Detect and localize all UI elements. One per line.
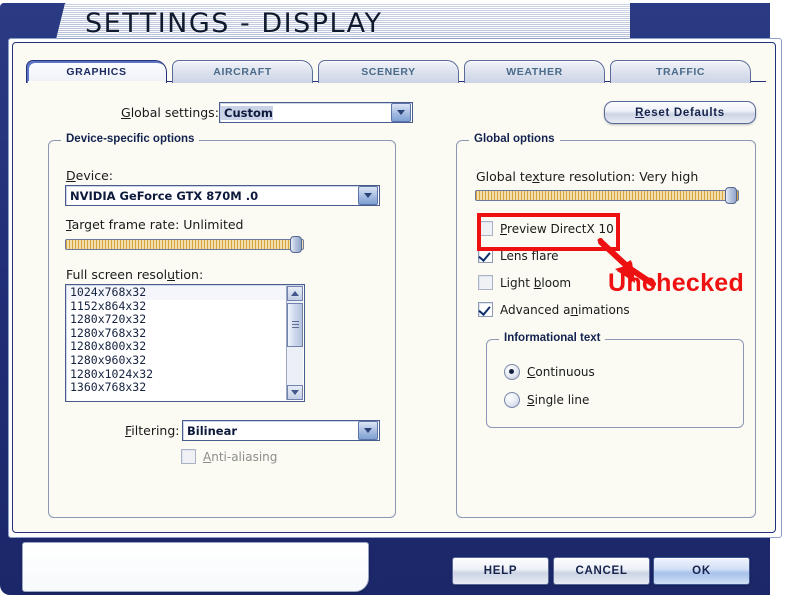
informational-text-title: Informational text — [499, 332, 606, 344]
ok-label: OK — [692, 565, 711, 577]
device-label: Device: — [66, 168, 113, 183]
global-texture-resolution-label: Global texture resolution: Very high — [476, 169, 699, 184]
window-title: SETTINGS - DISPLAY — [85, 8, 383, 39]
global-settings-combo[interactable]: Custom — [219, 102, 413, 123]
resolution-list: 1024x768x32 1152x864x32 1280x720x32 1280… — [67, 285, 286, 395]
slider-track — [65, 239, 304, 250]
filtering-combo[interactable]: Bilinear — [182, 420, 380, 441]
single-line-label: Single line — [527, 393, 590, 407]
continuous-label: Continuous — [527, 365, 595, 379]
list-item[interactable]: 1360x768x32 — [67, 381, 286, 395]
single-line-radio-row[interactable]: Single line — [504, 392, 589, 408]
chevron-down-icon[interactable] — [358, 421, 378, 440]
device-value: NVIDIA GeForce GTX 870M .0 — [70, 188, 259, 203]
device-group-title: Device-specific options — [61, 133, 200, 145]
tab-scenery[interactable]: SCENERY — [318, 60, 459, 83]
target-frame-rate-slider[interactable] — [65, 236, 304, 253]
target-frame-rate-label: Target frame rate: Unlimited — [66, 217, 244, 232]
settings-display-window: SETTINGS - DISPLAY GRAPHICS AIRCRAFT SCE… — [0, 0, 800, 600]
list-item[interactable]: 1280x720x32 — [67, 313, 286, 327]
list-item[interactable]: 1280x768x32 — [67, 326, 286, 341]
global-settings-value: Custom — [220, 105, 273, 120]
reset-defaults-button[interactable]: Reset Defaults — [604, 101, 756, 124]
tab-traffic[interactable]: TRAFFIC — [610, 60, 751, 83]
antialiasing-checkbox[interactable] — [181, 449, 196, 464]
global-settings-label: Global settings: — [121, 105, 219, 120]
ok-button[interactable]: OK — [653, 557, 750, 585]
device-combo[interactable]: NVIDIA GeForce GTX 870M .0 — [65, 185, 380, 206]
light-bloom-checkbox[interactable] — [478, 275, 493, 290]
advanced-animations-label: Advanced animations — [500, 302, 630, 317]
tab-strip: GRAPHICS AIRCRAFT SCENERY WEATHER TRAFFI… — [26, 60, 766, 83]
light-bloom-label: Light bloom — [500, 275, 572, 290]
antialiasing-label: Anti-aliasing — [203, 449, 278, 464]
slider-thumb[interactable] — [725, 187, 737, 204]
full-screen-resolution-label: Full screen resolution: — [66, 267, 204, 282]
advanced-animations-checkbox[interactable] — [478, 302, 493, 317]
resolution-listbox[interactable]: 1024x768x32 1152x864x32 1280x720x32 1280… — [65, 284, 305, 402]
help-label: HELP — [483, 565, 518, 577]
reset-defaults-label: Reset Defaults — [635, 106, 725, 119]
list-item[interactable]: 1152x864x32 — [67, 299, 286, 314]
scroll-down-icon[interactable] — [287, 385, 303, 400]
continuous-radio-row[interactable]: Continuous — [504, 364, 595, 380]
footer-left-panel — [22, 542, 369, 592]
scrollbar-grip-icon — [291, 320, 299, 330]
resolution-scrollbar[interactable] — [286, 286, 303, 400]
help-button[interactable]: HELP — [452, 557, 549, 585]
global-texture-slider[interactable] — [475, 187, 739, 204]
continuous-radio[interactable] — [504, 364, 520, 380]
list-item[interactable]: 1280x960x32 — [67, 353, 286, 368]
scroll-up-icon[interactable] — [287, 286, 303, 301]
list-item[interactable]: 1280x1024x32 — [67, 367, 286, 382]
tab-weather[interactable]: WEATHER — [464, 60, 605, 83]
global-group-title: Global options — [469, 133, 560, 145]
annotation-text: Unchecked — [608, 269, 745, 297]
informational-text-group: Informational text — [486, 332, 744, 428]
cancel-label: CANCEL — [575, 565, 628, 577]
advanced-animations-checkbox-row[interactable]: Advanced animations — [478, 302, 630, 317]
scrollbar-thumb[interactable] — [287, 303, 303, 347]
tab-graphics[interactable]: GRAPHICS — [26, 60, 167, 83]
graphics-tab-panel: Global settings: Custom Reset Defaults D… — [14, 84, 772, 528]
chevron-down-icon[interactable] — [358, 186, 378, 205]
tab-aircraft[interactable]: AIRCRAFT — [172, 60, 313, 83]
cancel-button[interactable]: CANCEL — [553, 557, 650, 585]
slider-thumb[interactable] — [290, 236, 302, 253]
filtering-value: Bilinear — [187, 423, 238, 438]
single-line-radio[interactable] — [504, 392, 520, 408]
antialiasing-checkbox-row[interactable]: Anti-aliasing — [181, 449, 277, 464]
light-bloom-checkbox-row[interactable]: Light bloom — [478, 275, 571, 290]
filtering-label: Filtering: — [125, 423, 180, 438]
list-item[interactable]: 1024x768x32 — [67, 285, 286, 300]
tab-active-mask — [28, 81, 164, 83]
slider-track — [475, 190, 739, 201]
list-item[interactable]: 1280x800x32 — [67, 340, 286, 354]
chevron-down-icon[interactable] — [391, 103, 411, 122]
